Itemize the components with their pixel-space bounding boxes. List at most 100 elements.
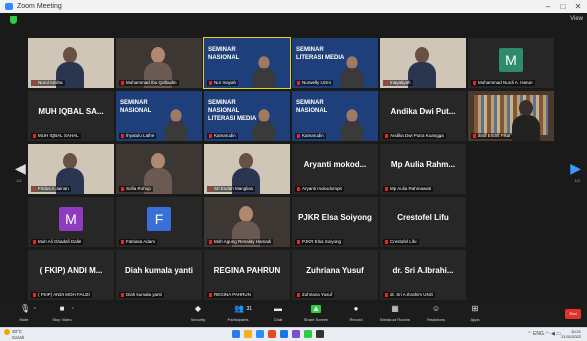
participant-name-text: Zuhriana Yusuf (302, 292, 333, 297)
language[interactable]: ENG (533, 331, 544, 337)
participant-tile[interactable]: M Muhammad Nurdi A. Harun (468, 38, 554, 88)
participant-tile[interactable]: Fridos A Jainan (28, 144, 114, 194)
participant-video-silhouette (252, 109, 276, 141)
participant-name-label: MUH IQBAL SAHAL (31, 133, 81, 139)
muted-mic-icon (385, 186, 388, 191)
participant-display-name: MUH IQBAL SA... (38, 107, 104, 116)
participants-button[interactable]: 👥 Participants 31 (218, 305, 258, 323)
weather-condition: Cerah (12, 335, 25, 340)
participant-tile[interactable]: Inayatiyah (380, 38, 466, 88)
video-label: Stop Video (52, 317, 72, 322)
participant-tile[interactable]: SEMINAR NASIONAL LITERASI MEDIA Kamarudin (204, 91, 290, 141)
participant-tile[interactable]: Moh Agung Renaldy Hamadi (204, 197, 290, 247)
participant-name-label: dr. Sri A.Ibrahim UNG (383, 292, 436, 298)
participant-tile[interactable]: Nurul Amiha (28, 38, 114, 88)
participant-tile[interactable]: Zuhriana Yusuf Zuhriana Yusuf (292, 250, 378, 300)
participant-tile[interactable]: MUH IQBAL SA... MUH IQBAL SAHAL (28, 91, 114, 141)
chat-button[interactable]: ▬ Chat (258, 304, 298, 323)
participant-tile[interactable]: Aryanti mokod... Aryanti mokodompit (292, 144, 378, 194)
participant-name-text: Nurwelly Uzmi (302, 80, 331, 85)
chevron-up-icon[interactable]: ^ (34, 307, 36, 313)
window-title: Zoom Meeting (17, 3, 62, 10)
participant-tile[interactable]: Mp Aulia Rahm... Mp Aulia Rahmawati (380, 144, 466, 194)
seminar-banner-text: SEMINAR NASIONAL LITERASI MEDIA (208, 100, 257, 122)
participant-name-label: Fridos A Jainan (31, 186, 71, 192)
participant-name-text: Andika Dwi Putra Kuangga (390, 133, 444, 138)
minimize-button[interactable]: – (541, 0, 555, 13)
participant-display-name: Aryanti mokod... (303, 160, 367, 169)
window-titlebar: Zoom Meeting – □ ✕ (0, 0, 587, 14)
participant-tile[interactable]: SEMINAR NASIONAL Kamarudin (292, 91, 378, 141)
participant-name-text: Muhammad Ibu Qolbudin (126, 80, 177, 85)
page-indicator-right: 1/2 (574, 178, 580, 183)
next-page-arrow-icon[interactable]: ▶ (570, 160, 581, 177)
reactions-button[interactable]: ☺ Reactions (416, 304, 456, 323)
chevron-up-icon[interactable]: ⌃ (527, 331, 531, 337)
wifi-icon[interactable]: ◠ (545, 331, 549, 337)
muted-mic-icon (473, 133, 476, 138)
participant-name-label: Zuhriana Yusuf (295, 292, 335, 298)
taskbar-app-icon[interactable] (280, 330, 288, 338)
muted-mic-icon (297, 239, 300, 244)
participant-tile[interactable]: M Muh Ali Ghadafi Dalle (28, 197, 114, 247)
participant-tile[interactable]: Sofia Rohup (116, 144, 202, 194)
muted-mic-icon (121, 133, 124, 138)
participant-tile[interactable]: REGINA PAHRUN REGINA PAHRUN (204, 250, 290, 300)
participant-tile[interactable]: Diah kumala yanti Diah kumala yanti (116, 250, 202, 300)
view-button[interactable]: View (570, 16, 583, 22)
seminar-banner-text: SEMINAR NASIONAL (208, 47, 240, 61)
taskbar-app-icon[interactable] (292, 330, 300, 338)
participant-tile[interactable]: Muhammad Ibu Qolbudin (116, 38, 202, 88)
speaker-icon[interactable]: ◀ (551, 331, 555, 337)
muted-mic-icon (297, 133, 300, 138)
participant-tile[interactable]: andi Endrit Fikal (468, 91, 554, 141)
taskbar-app-icon[interactable] (268, 330, 276, 338)
maximize-button[interactable]: □ (556, 0, 570, 13)
weather-widget[interactable]: 30°C Cerah (4, 329, 24, 340)
record-label: Record (349, 317, 363, 322)
security-button[interactable]: ◆ Security (178, 305, 218, 323)
end-meeting-button[interactable]: End (565, 309, 581, 319)
chevron-up-icon[interactable]: ^ (72, 307, 74, 313)
share-button[interactable]: ▲ Share Screen (296, 304, 336, 323)
participant-tile[interactable]: Sri Endah Manglias (204, 144, 290, 194)
taskbar-app-icon[interactable] (256, 330, 264, 338)
taskbar-clock[interactable]: 10:21 21/11/2022 (561, 329, 581, 339)
meeting-info-bar: View (0, 13, 587, 27)
participant-tile[interactable]: ( FKIP) ANDI M... ( FKIP) ANDI MOH FAUZI (28, 250, 114, 300)
close-button[interactable]: ✕ (571, 0, 585, 13)
taskbar-app-icon[interactable] (244, 330, 252, 338)
participant-tile[interactable]: F Fatriasa Adam (116, 197, 202, 247)
participant-tile[interactable]: SEMINAR LITERASI MEDIA Nurwelly Uzmi (292, 38, 378, 88)
taskbar-app-icon[interactable] (316, 330, 324, 338)
taskbar-app-icon[interactable] (304, 330, 312, 338)
taskbar-app-icon[interactable] (232, 330, 240, 338)
system-tray[interactable]: ⌃ ENG ◠ ◀ ▭ (527, 331, 561, 337)
participant-tile[interactable]: Andika Dwi Put... Andika Dwi Putra Kuangg… (380, 91, 466, 141)
participant-tile[interactable]: SEMINAR NASIONAL Ihyatulu Lathe (116, 91, 202, 141)
reactions-icon: ☺ (432, 304, 441, 313)
camera-icon: ■ (59, 304, 65, 313)
participant-tile[interactable]: SEMINAR NASIONAL Nur Inayah (203, 37, 291, 89)
mute-button[interactable]: 🎙 Mute ^ (4, 305, 44, 323)
participant-display-name: Diah kumala yanti (124, 266, 194, 275)
participant-tile[interactable]: Crestofel Lifu Crestofel Lifu (380, 197, 466, 247)
breakout-button[interactable]: ▦ Breakout Rooms (375, 304, 415, 323)
participant-tile[interactable]: PJKR Elsa Soiyong PJKR Elsa Soiyong (292, 197, 378, 247)
meeting-info-shield-icon[interactable] (10, 16, 17, 24)
participant-tile[interactable]: dr. Sri A.Ibrahi... dr. Sri A.Ibrahim UNG (380, 250, 466, 300)
apps-icon: ⊞ (471, 304, 479, 313)
record-button[interactable]: ● Record (336, 305, 376, 323)
apps-button[interactable]: ⊞ Apps (455, 304, 495, 323)
muted-mic-icon (385, 239, 388, 244)
video-button[interactable]: ■ Stop Video ^ (42, 304, 82, 323)
participant-display-name: REGINA PAHRUN (213, 266, 281, 275)
participant-name-text: Nurul Amiha (38, 80, 63, 85)
previous-page-arrow-icon[interactable]: ◀ (15, 160, 26, 177)
muted-mic-icon (385, 133, 388, 138)
muted-mic-icon (297, 80, 300, 85)
chat-icon: ▬ (274, 304, 282, 313)
breakout-rooms-icon: ▦ (391, 304, 399, 313)
share-screen-icon: ▲ (311, 304, 321, 313)
page-indicator-left: 1/2 (16, 178, 22, 183)
